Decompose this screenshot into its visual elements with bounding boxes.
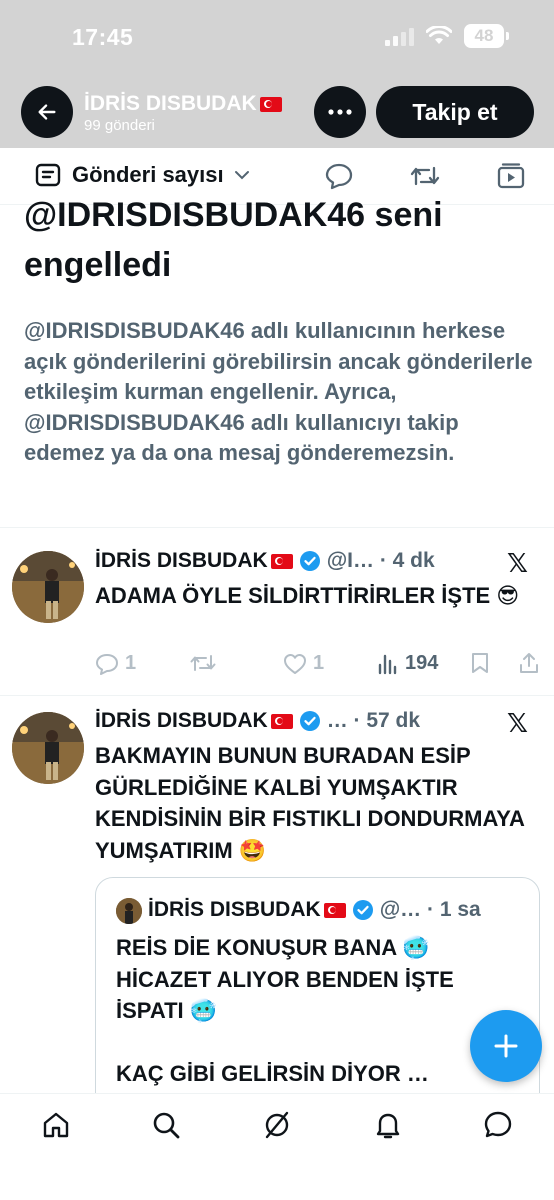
more-icon — [328, 109, 352, 115]
bookmark-button[interactable] — [470, 652, 490, 674]
avatar-photo — [12, 712, 84, 784]
back-arrow-icon — [38, 104, 56, 120]
profile-name-text: İDRİS DISBUDAK — [84, 92, 257, 115]
grok-icon[interactable] — [262, 1110, 292, 1140]
tweet-actions: 1 1 194 — [95, 652, 540, 682]
divider — [0, 695, 554, 696]
view-count: 194 — [405, 652, 439, 674]
avatar-photo — [12, 551, 84, 623]
share-button[interactable] — [518, 652, 540, 674]
signal-icon — [385, 26, 414, 46]
tweet-text: BAKMAYIN BUNUN BURADAN ESİP GÜRLEDİĞİNE … — [95, 743, 525, 863]
reply-button[interactable]: 1 — [95, 652, 136, 675]
compose-button[interactable] — [470, 1010, 542, 1082]
filter-label: Gönderi sayısı — [72, 162, 224, 187]
follow-button[interactable]: Takip et — [376, 86, 534, 138]
like-count: 1 — [313, 652, 325, 674]
tweet-author-name[interactable]: İDRİS DISBUDAK — [95, 709, 268, 733]
post-count: 99 gönderi — [84, 117, 155, 134]
turkey-flag-icon — [270, 713, 293, 729]
quote-meta: @… · 1 sa — [379, 898, 481, 921]
tweet-text: ADAMA ÖYLE SİLDİRTTİRİRLER İŞTE 😎 — [95, 583, 520, 608]
verified-icon — [352, 900, 373, 920]
bookmark-icon — [472, 653, 488, 673]
blocked-title: @IDRISDISBUDAK46 seni engelledi — [24, 196, 443, 284]
x-logo-icon: 𝕏 — [507, 708, 528, 738]
like-icon — [284, 653, 306, 674]
tweet-meta: @I… · 4 dk — [326, 549, 435, 572]
retweet-tab-icon[interactable] — [409, 162, 441, 190]
wifi-icon — [426, 26, 452, 44]
quote-avatar — [116, 898, 142, 924]
reply-count: 1 — [125, 652, 137, 674]
blocked-body: @IDRISDISBUDAK46 adlı kullanıcının herke… — [24, 318, 533, 465]
battery-indicator: 48 — [464, 24, 509, 48]
replies-tab-icon[interactable] — [324, 162, 354, 190]
retweet-button[interactable] — [189, 652, 217, 674]
profile-name: İDRİS DISBUDAK — [84, 92, 282, 116]
quote-author-name: İDRİS DISBUDAK — [148, 898, 321, 921]
avatar[interactable] — [12, 712, 84, 784]
x-logo-icon: 𝕏 — [507, 548, 528, 578]
turkey-flag-icon — [259, 96, 282, 112]
views-icon — [378, 654, 397, 674]
avatar[interactable] — [12, 551, 84, 623]
tweet-header: İDRİS DISBUDAK @I… · 4 dk — [95, 549, 435, 573]
back-button[interactable] — [21, 86, 73, 138]
verified-icon — [299, 711, 320, 731]
quote-header: İDRİS DISBUDAK @… · 1 sa — [148, 898, 481, 922]
top-bar: 17:45 48 İDRİS DISBUDAK 99 gönderi Takip… — [0, 0, 554, 148]
post-filter-dropdown[interactable]: Gönderi sayısı — [34, 162, 250, 188]
more-button[interactable] — [314, 86, 366, 138]
share-icon — [520, 653, 538, 673]
turkey-flag-icon — [323, 902, 346, 918]
compose-plus-icon — [494, 1034, 518, 1058]
retweet-icon — [190, 655, 216, 671]
quote-text: REİS DİE KONUŞUR BANA 🥶 HİCAZET ALIYOR B… — [116, 935, 454, 1086]
tweet-meta: … · 57 dk — [326, 709, 421, 732]
status-time: 17:45 — [72, 24, 134, 50]
bell-icon[interactable] — [373, 1110, 403, 1140]
divider — [0, 527, 554, 528]
home-icon[interactable] — [41, 1110, 71, 1140]
tweet-author-name[interactable]: İDRİS DISBUDAK — [95, 549, 268, 573]
turkey-flag-icon — [270, 553, 293, 569]
reply-icon — [96, 653, 118, 675]
messages-icon[interactable] — [483, 1110, 513, 1140]
bottom-navigation — [0, 1093, 554, 1200]
quoted-tweet[interactable]: İDRİS DISBUDAK @… · 1 sa REİS DİE KONUŞU… — [95, 877, 540, 1117]
search-icon[interactable] — [151, 1110, 181, 1140]
like-button[interactable]: 1 — [283, 652, 324, 675]
status-icons: 48 — [385, 24, 509, 48]
tweet-header: İDRİS DISBUDAK … · 57 dk — [95, 709, 420, 733]
filter-icon — [35, 163, 61, 187]
video-tab-icon[interactable] — [496, 162, 526, 190]
chevron-down-icon — [234, 171, 249, 180]
blocked-notice: @IDRISDISBUDAK46 seni engelledi @IDRISDI… — [24, 196, 534, 469]
verified-icon — [299, 551, 320, 571]
views-button[interactable]: 194 — [377, 652, 438, 675]
